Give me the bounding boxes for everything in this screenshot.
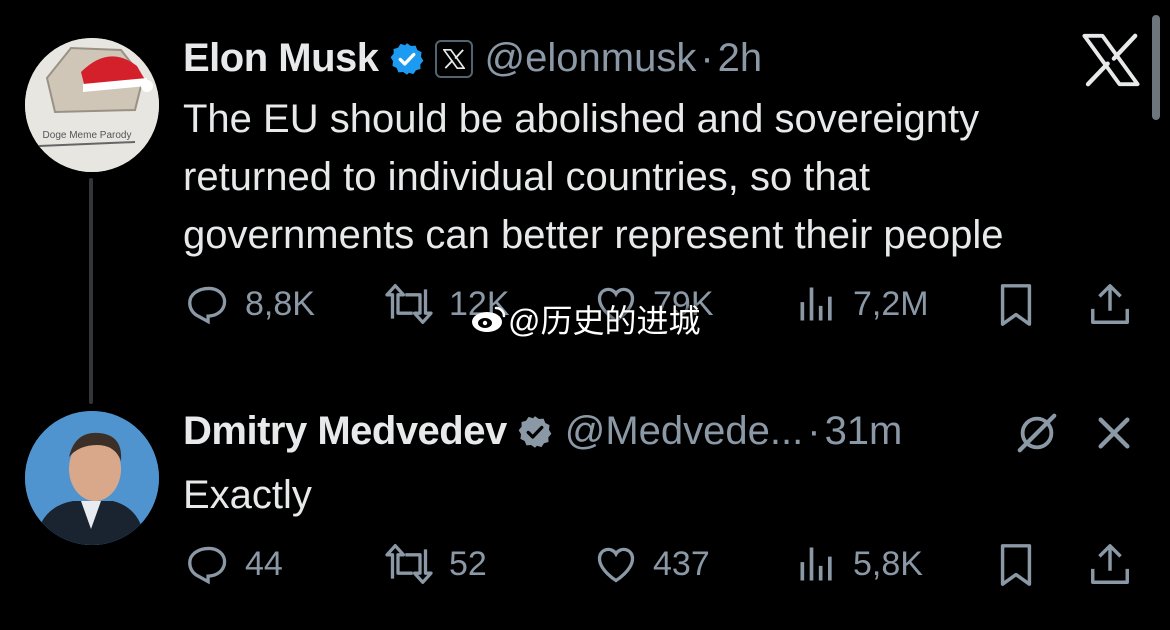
bookmark-button[interactable] <box>995 282 1037 328</box>
user-handle[interactable]: @elonmusk <box>485 36 697 81</box>
bookmark-button[interactable] <box>995 542 1037 588</box>
share-button[interactable] <box>1087 282 1133 328</box>
watermark: @历史的进城 <box>470 296 701 342</box>
reply-button[interactable]: 44 <box>187 542 283 586</box>
share-icon <box>1091 544 1129 584</box>
avatar-dmitry-medvedev[interactable] <box>25 411 159 545</box>
share-button[interactable] <box>1087 542 1133 588</box>
timestamp[interactable]: 31m <box>825 409 903 454</box>
tweet-text: The EU should be abolished and sovereign… <box>183 90 1004 264</box>
close-icon[interactable] <box>1094 413 1134 453</box>
thread-connector-line <box>89 178 93 404</box>
views-icon <box>800 547 832 581</box>
x-logo-icon[interactable] <box>1082 33 1140 87</box>
display-name[interactable]: Dmitry Medvedev <box>183 409 507 454</box>
reply-icon <box>188 546 227 585</box>
avatar-image <box>25 411 159 545</box>
avatar-caption: Doge Meme Parody <box>43 130 132 141</box>
like-icon <box>597 547 635 583</box>
tweet-text-line: governments can better represent their p… <box>183 213 1004 257</box>
tweet-text-line: The EU should be abolished and sovereign… <box>183 97 980 141</box>
avatar-elon-musk[interactable]: Doge Meme Parody <box>25 38 159 172</box>
display-name[interactable]: Elon Musk <box>183 36 379 81</box>
verified-icon[interactable] <box>517 414 553 450</box>
reply-count: 44 <box>245 544 283 583</box>
view-count: 7,2M <box>853 284 929 323</box>
separator-dot: · <box>700 36 714 80</box>
bookmark-icon <box>1000 284 1032 326</box>
tweet-actions: 44 52 437 5,8K <box>183 542 1143 602</box>
avatar-image: Doge Meme Parody <box>25 38 159 172</box>
grok-icon[interactable] <box>1014 410 1060 456</box>
like-button[interactable]: 437 <box>593 542 710 586</box>
weibo-icon <box>472 306 506 332</box>
watermark-text: @历史的进城 <box>508 303 701 339</box>
separator-dot: · <box>807 409 821 453</box>
reply-icon <box>188 286 227 325</box>
like-count: 437 <box>653 544 710 583</box>
reply-button[interactable]: 8,8K <box>187 282 315 326</box>
scrollbar[interactable] <box>1152 15 1160 120</box>
tweet-text: Exactly <box>183 473 312 517</box>
view-count: 5,8K <box>853 544 923 583</box>
tweet-header: Elon Musk @elonmusk · 2h <box>183 36 762 81</box>
views-button[interactable]: 5,8K <box>795 542 923 586</box>
repost-icon <box>385 544 433 584</box>
views-button[interactable]: 7,2M <box>795 282 929 326</box>
reply-count: 8,8K <box>245 284 315 323</box>
user-handle[interactable]: @Medvede... <box>565 409 804 454</box>
repost-icon <box>385 284 433 324</box>
affiliation-badge[interactable] <box>434 39 473 78</box>
views-icon <box>800 287 832 321</box>
tweet-text-line: returned to individual countries, so tha… <box>183 155 871 199</box>
timestamp[interactable]: 2h <box>718 36 763 81</box>
share-icon <box>1091 284 1129 324</box>
repost-count: 52 <box>449 544 487 583</box>
tweet-header: Dmitry Medvedev @Medvede... · 31m <box>183 409 902 454</box>
verified-icon[interactable] <box>389 41 425 77</box>
bookmark-icon <box>1000 544 1032 586</box>
repost-button[interactable]: 52 <box>383 542 487 586</box>
x-affiliate-icon <box>442 48 465 69</box>
